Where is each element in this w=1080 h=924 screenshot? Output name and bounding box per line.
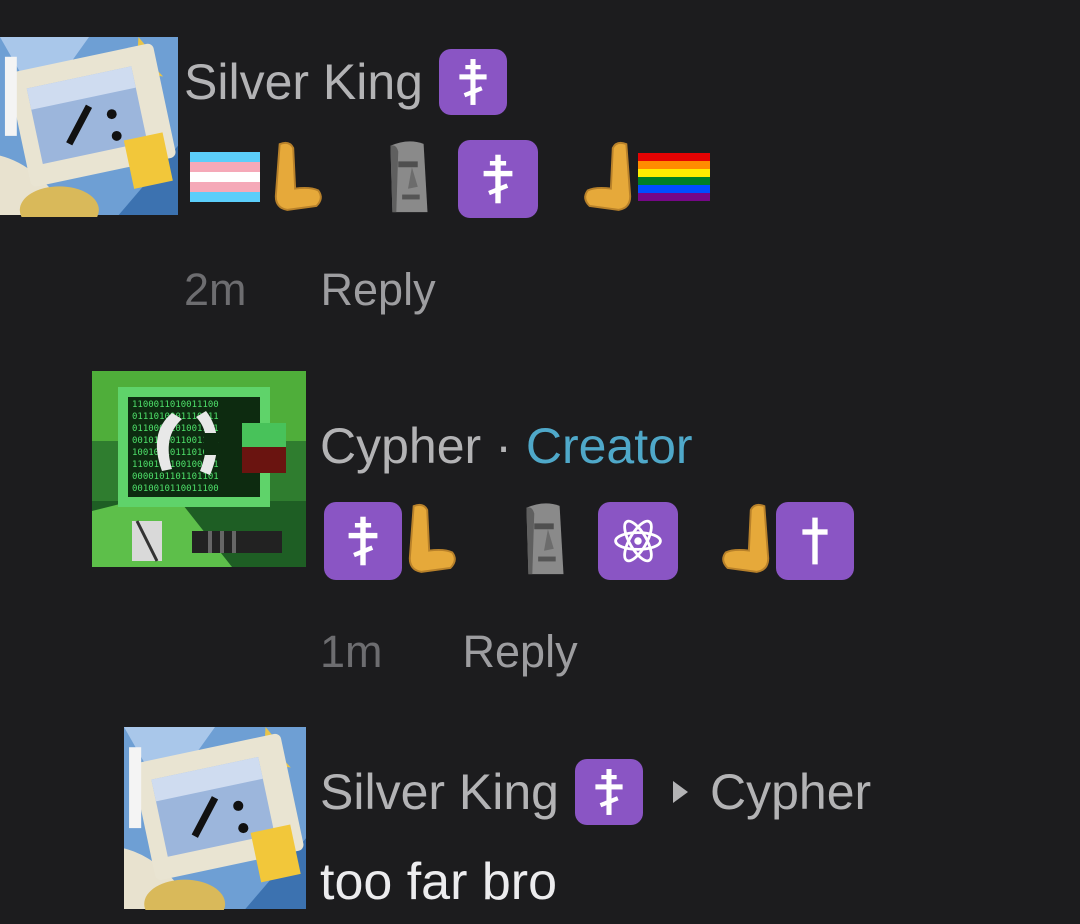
comment-meta: 1m Reply (320, 624, 578, 680)
latin-cross-icon (776, 502, 854, 580)
rainbow-flag-icon (638, 153, 710, 206)
comment-silver-king: Silver King 2m Reply (0, 0, 1080, 340)
author-name[interactable]: Cypher (320, 417, 481, 475)
orthodox-cross-icon (575, 759, 643, 825)
silver-king-avatar[interactable] (124, 726, 306, 910)
moai-icon (378, 138, 438, 221)
author-name[interactable]: Silver King (184, 53, 423, 111)
orthodox-cross-icon (324, 502, 402, 580)
comment-author-row: Cypher · Creator (320, 414, 693, 478)
reply-to-name[interactable]: Cypher (710, 763, 871, 821)
timestamp: 1m (320, 626, 383, 677)
comment-emoji-text (324, 500, 854, 582)
reply-comment-silver-king: Silver King Cypher too far bro (0, 700, 1080, 924)
moai-icon (514, 500, 574, 583)
silver-king-avatar[interactable] (0, 35, 178, 217)
right-hand-icon (716, 500, 774, 583)
cypher-avatar[interactable] (92, 371, 306, 567)
comment-cypher: Cypher · Creator 1m Reply (0, 340, 1080, 700)
orthodox-cross-icon (439, 49, 507, 115)
left-hand-icon (404, 500, 462, 583)
comment-body: too far bro (320, 853, 558, 911)
author-name[interactable]: Silver King (320, 763, 559, 821)
comment-meta: 2m Reply (184, 262, 436, 318)
reply-button[interactable]: Reply (321, 264, 436, 316)
comment-author-row: Silver King Cypher (320, 759, 871, 825)
triangle-right-icon (673, 781, 688, 803)
reply-button[interactable]: Reply (463, 626, 578, 678)
creator-tag: Creator (525, 418, 693, 474)
transgender-flag-icon (190, 152, 260, 207)
orthodox-cross-icon (458, 140, 538, 218)
separator-dot: · (495, 418, 512, 474)
right-hand-icon (578, 138, 636, 221)
comment-emoji-text (190, 138, 710, 220)
timestamp: 2m (184, 264, 247, 315)
left-hand-icon (270, 138, 328, 221)
comment-author-row: Silver King (184, 49, 507, 115)
atom-symbol-icon (598, 502, 678, 580)
